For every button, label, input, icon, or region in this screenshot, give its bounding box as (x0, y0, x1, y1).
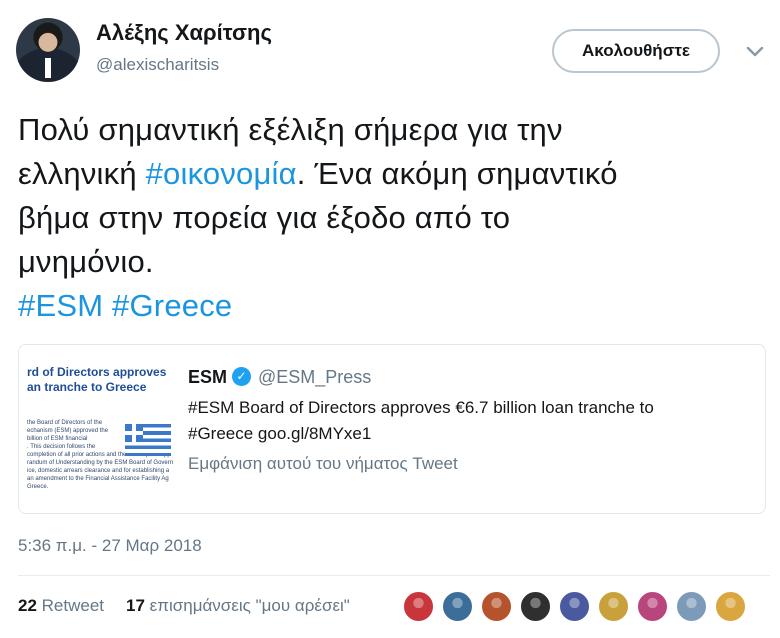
liker-avatar-5[interactable] (558, 590, 591, 623)
retweets-label: Retweet (41, 596, 105, 615)
hashtag-link[interactable]: #ESM (18, 288, 103, 323)
tweet-text-segment: Πολύ σημαντική εξέλιξη σήμερα για την (18, 112, 563, 147)
author-handle[interactable]: @alexischaritsis (96, 55, 219, 75)
divider (18, 575, 770, 576)
chevron-down-icon[interactable] (744, 40, 766, 62)
tweet-text-segment: ελληνική (18, 156, 146, 191)
tweet-text-line: βήμα στην πορεία για έξοδο από το (18, 196, 770, 240)
verified-badge-icon: ✓ (232, 367, 251, 386)
likes-count: 17 (126, 596, 145, 615)
quoted-tweet-card[interactable]: rd of Directors approves an tranche to G… (18, 344, 766, 514)
retweets-count: 22 (18, 596, 37, 615)
tweet-text-segment (103, 288, 112, 323)
author-name[interactable]: Αλέξης Χαρίτσης (96, 20, 272, 46)
thumbnail-body-line: an amendment to the Financial Assistance… (27, 476, 169, 482)
tweet-text-segment: βήμα στην πορεία για έξοδο από το (18, 200, 511, 235)
liker-avatar-6[interactable] (597, 590, 630, 623)
liker-avatar-8[interactable] (675, 590, 708, 623)
tweet-text: Πολύ σημαντική εξέλιξη σήμερα για την ελλ… (18, 108, 770, 328)
greek-flag-image (125, 424, 171, 456)
liker-avatar-9[interactable] (714, 590, 747, 623)
tweet-text-line: #ESM #Greece (18, 284, 770, 328)
thumbnail-body-line: Greece. (27, 484, 49, 490)
thumbnail-body-line: randum of Understanding by the ESM Board… (27, 460, 174, 466)
liker-avatar-2[interactable] (441, 590, 474, 623)
thumbnail-headline: rd of Directors approves an tranche to G… (27, 365, 166, 395)
quoted-tweet-text: #ESM Board of Directors approves €6.7 bi… (188, 395, 748, 447)
tweet-text-segment: . Ένα ακόμη σημαντικό (296, 156, 618, 191)
hashtag-link[interactable]: #οικονομία (146, 156, 297, 191)
liker-avatar-7[interactable] (636, 590, 669, 623)
tweet-text-segment: μνημόνιο. (18, 244, 154, 279)
quoted-author-handle: @ESM_Press (258, 367, 372, 387)
show-thread-link[interactable]: Εμφάνιση αυτού του νήματος Tweet (188, 454, 458, 474)
quoted-text-line: #Greece goo.gl/8MYxe1 (188, 424, 372, 443)
tweet-text-line: μνημόνιο. (18, 240, 770, 284)
thumbnail-body-line: ice, domestic arrears clearance and for … (27, 468, 170, 474)
likes-label: επισημάνσεις "μου αρέσει" (149, 596, 350, 615)
quoted-author-name: ESM (188, 367, 228, 387)
quoted-tweet-thumbnail[interactable]: rd of Directors approves an tranche to G… (19, 345, 175, 513)
liker-avatar-3[interactable] (480, 590, 513, 623)
tweet-text-line: Πολύ σημαντική εξέλιξη σήμερα για την (18, 108, 770, 152)
liker-avatar-1[interactable] (402, 590, 435, 623)
follow-button[interactable]: Ακολουθήστε (552, 29, 720, 73)
thumbnail-headline-line: rd of Directors approves (27, 365, 167, 379)
tweet-text-line: ελληνική #οικονομία. Ένα ακόμη σημαντικό (18, 152, 770, 196)
author-avatar[interactable] (16, 18, 80, 82)
retweets-stat[interactable]: 22 Retweet (18, 596, 104, 616)
liker-avatar-4[interactable] (519, 590, 552, 623)
quoted-text-line: #ESM Board of Directors approves €6.7 bi… (188, 398, 654, 417)
thumbnail-headline-line: an tranche to Greece (27, 380, 147, 394)
avatar-shirt (45, 58, 51, 78)
tweet-timestamp[interactable]: 5:36 π.μ. - 27 Μαρ 2018 (18, 536, 202, 556)
hashtag-link[interactable]: #Greece (112, 288, 232, 323)
likes-stat[interactable]: 17 επισημάνσεις "μου αρέσει" (126, 596, 350, 616)
